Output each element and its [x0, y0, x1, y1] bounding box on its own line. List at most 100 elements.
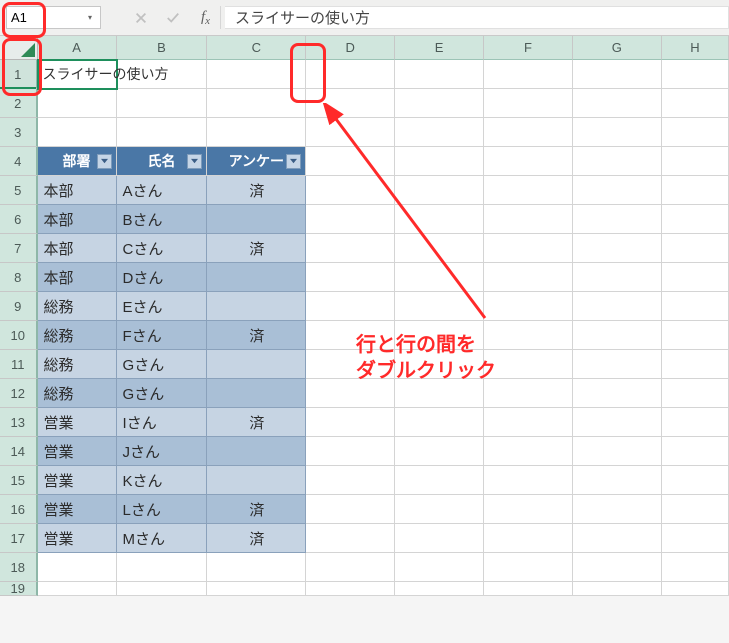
row-head-12[interactable]: 12: [0, 379, 38, 408]
cell[interactable]: [573, 292, 662, 321]
cell[interactable]: [573, 408, 662, 437]
cell[interactable]: [484, 205, 573, 234]
cell[interactable]: [395, 321, 484, 350]
cell-name[interactable]: Gさん: [117, 379, 208, 408]
col-head-d[interactable]: D: [306, 36, 395, 60]
cancel-formula-button[interactable]: [127, 6, 155, 29]
col-head-g[interactable]: G: [573, 36, 662, 60]
cell-status[interactable]: 済: [207, 176, 306, 205]
cell[interactable]: [38, 553, 117, 582]
cell[interactable]: [573, 205, 662, 234]
col-head-c[interactable]: C: [207, 36, 306, 60]
cell[interactable]: [573, 263, 662, 292]
cell[interactable]: [573, 60, 662, 89]
cell-name[interactable]: Jさん: [117, 437, 208, 466]
cell[interactable]: [484, 234, 573, 263]
cell[interactable]: [484, 524, 573, 553]
cell[interactable]: [395, 263, 484, 292]
row-head-3[interactable]: 3: [0, 118, 38, 147]
cell[interactable]: [306, 263, 395, 292]
row-head-6[interactable]: 6: [0, 205, 38, 234]
cell-status[interactable]: 済: [207, 321, 306, 350]
cell[interactable]: [484, 379, 573, 408]
cell-dept[interactable]: 本部: [38, 205, 117, 234]
cell[interactable]: [395, 582, 484, 596]
cell[interactable]: [662, 582, 729, 596]
cell-dept[interactable]: 営業: [38, 495, 117, 524]
cell[interactable]: [207, 118, 306, 147]
col-head-e[interactable]: E: [395, 36, 484, 60]
cell-name[interactable]: Eさん: [117, 292, 208, 321]
cell-name[interactable]: Aさん: [117, 176, 208, 205]
cell-status[interactable]: 済: [207, 234, 306, 263]
cell[interactable]: [573, 437, 662, 466]
cell[interactable]: [484, 147, 573, 176]
cell[interactable]: [306, 466, 395, 495]
formula-input[interactable]: スライサーの使い方: [225, 6, 729, 29]
cell[interactable]: [662, 350, 729, 379]
row-head-8[interactable]: 8: [0, 263, 38, 292]
cell[interactable]: [306, 524, 395, 553]
cell-status[interactable]: 済: [207, 408, 306, 437]
row-head-7[interactable]: 7: [0, 234, 38, 263]
cell[interactable]: [662, 553, 729, 582]
cell[interactable]: [573, 234, 662, 263]
cell[interactable]: [117, 118, 208, 147]
cell[interactable]: [395, 466, 484, 495]
cell[interactable]: [662, 89, 729, 118]
insert-function-button[interactable]: fx: [191, 6, 221, 29]
cell-name[interactable]: Mさん: [117, 524, 208, 553]
cell[interactable]: [38, 582, 117, 596]
cell[interactable]: [573, 176, 662, 205]
row-head-5[interactable]: 5: [0, 176, 38, 205]
cell[interactable]: [207, 60, 306, 89]
row-head-15[interactable]: 15: [0, 466, 38, 495]
cell[interactable]: [117, 582, 208, 596]
cell-name[interactable]: Fさん: [117, 321, 208, 350]
cell-dept[interactable]: 総務: [38, 350, 117, 379]
cell[interactable]: [395, 234, 484, 263]
cell[interactable]: [662, 176, 729, 205]
row-head-13[interactable]: 13: [0, 408, 38, 437]
cell[interactable]: [306, 234, 395, 263]
cell[interactable]: [662, 379, 729, 408]
cell[interactable]: [573, 118, 662, 147]
cell[interactable]: [573, 147, 662, 176]
col-head-b[interactable]: B: [117, 36, 208, 60]
cell[interactable]: [484, 495, 573, 524]
cell[interactable]: [306, 60, 395, 89]
cell[interactable]: [395, 379, 484, 408]
cell-status[interactable]: 済: [207, 495, 306, 524]
cell-dept[interactable]: 総務: [38, 292, 117, 321]
filter-button[interactable]: [286, 154, 301, 169]
cell[interactable]: [395, 495, 484, 524]
cell[interactable]: [484, 350, 573, 379]
table-header-status[interactable]: アンケー: [207, 147, 306, 176]
cell[interactable]: [306, 408, 395, 437]
cell-dept[interactable]: 営業: [38, 466, 117, 495]
row-head-17[interactable]: 17: [0, 524, 38, 553]
cell[interactable]: [306, 176, 395, 205]
cell[interactable]: [306, 147, 395, 176]
cell[interactable]: [306, 89, 395, 118]
cell[interactable]: [484, 321, 573, 350]
cell[interactable]: [395, 408, 484, 437]
cell[interactable]: [484, 466, 573, 495]
cell[interactable]: [395, 437, 484, 466]
cell[interactable]: [662, 495, 729, 524]
cell[interactable]: [395, 147, 484, 176]
name-box[interactable]: A1 ▾: [6, 6, 101, 29]
col-head-a[interactable]: A: [38, 36, 117, 60]
cell[interactable]: [662, 437, 729, 466]
cell-status[interactable]: [207, 263, 306, 292]
cell-status[interactable]: [207, 466, 306, 495]
cell-status[interactable]: [207, 292, 306, 321]
cell[interactable]: [662, 524, 729, 553]
cell[interactable]: [207, 553, 306, 582]
cell[interactable]: [484, 118, 573, 147]
cell[interactable]: [573, 321, 662, 350]
filter-button[interactable]: [97, 154, 112, 169]
cell[interactable]: [395, 89, 484, 118]
cell[interactable]: [395, 60, 484, 89]
cell[interactable]: [484, 263, 573, 292]
